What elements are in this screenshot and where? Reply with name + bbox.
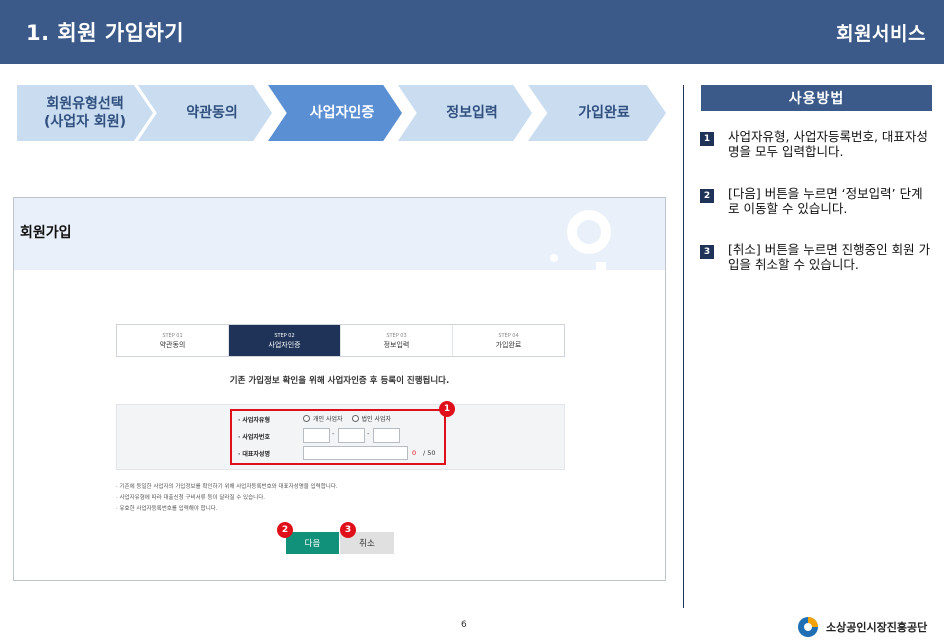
column-divider — [683, 85, 684, 608]
help-number: 2 — [700, 189, 714, 203]
form-note: · 유효한 사업자등록번호를 입력해야 합니다. — [116, 506, 218, 512]
help-text: [취소] 버튼을 누르면 진행중인 회원 가입을 취소할 수 있습니다. — [728, 242, 931, 272]
decorative-square-icon — [596, 262, 606, 270]
step-name: 약관동의 — [159, 340, 186, 349]
process-step-sublabel: (사업자 회원) — [43, 114, 127, 130]
process-step-info-input: 정보입력 — [398, 85, 532, 141]
business-number-part1-input[interactable] — [303, 428, 330, 443]
callout-badge-2: 2 — [277, 522, 293, 538]
ceo-name-input[interactable] — [303, 446, 408, 460]
step-terms: STEP 01 약관동의 — [117, 325, 229, 356]
process-step-member-type: 회원유형선택 (사업자 회원) — [17, 85, 153, 141]
callout-badge-3: 3 — [340, 522, 356, 538]
organization-logo: 소상공인시장진흥공단 — [796, 616, 927, 638]
process-step-label: 정보입력 — [446, 105, 498, 121]
process-step-label: 회원유형선택 — [46, 96, 124, 112]
step-complete: STEP 04 가입완료 — [453, 325, 564, 356]
signup-step-indicator: STEP 01 약관동의 STEP 02 사업자인증 STEP 03 정보입력 … — [116, 324, 565, 357]
help-item-1: 1 사업자유형, 사업자등록번호, 대표자성명을 모두 입력합니다. — [700, 129, 932, 159]
process-step-terms: 약관동의 — [138, 85, 272, 141]
how-to-title: 사용방법 — [701, 85, 932, 111]
callout-badge-1: 1 — [439, 401, 455, 417]
panel-title: 회원가입 — [20, 225, 72, 241]
business-number-dash: - — [367, 430, 370, 438]
process-step-label: 약관동의 — [186, 105, 238, 121]
next-button[interactable]: 다음 — [286, 532, 339, 554]
step-number: STEP 01 — [162, 332, 183, 339]
auth-notice: 기존 가입정보 확인을 위해 사업자인증 후 등록이 진행됩니다. — [229, 376, 450, 386]
radio-individual[interactable] — [303, 415, 310, 422]
help-item-3: 3 [취소] 버튼을 누르면 진행중인 회원 가입을 취소할 수 있습니다. — [700, 242, 932, 272]
business-number-dash: - — [332, 430, 335, 438]
radio-corporate[interactable] — [351, 415, 359, 422]
form-notes: · 기존에 등일한 사업자의 가입정보를 확인하기 위해 사업자등록번호와 대표… — [116, 482, 338, 515]
step-name: 사업자인증 — [268, 340, 301, 349]
step-info-input: STEP 03 정보입력 — [341, 325, 453, 356]
process-step-business-auth: 사업자인증 — [268, 85, 402, 141]
organization-logo-icon — [796, 616, 820, 638]
step-number: STEP 03 — [386, 332, 407, 339]
step-name: 가입완료 — [495, 340, 522, 349]
process-step-label: 가입완료 — [578, 105, 630, 121]
business-type-radio-group: 개인 사업자 법인 사업자 — [303, 414, 391, 423]
service-name: 회원서비스 — [836, 23, 926, 45]
organization-name: 소상공인시장진흥공단 — [826, 621, 928, 634]
form-note: · 사업자유형에 따라 대출신청 구비서류 등이 달라질 수 있습니다. — [116, 495, 266, 501]
ceo-name-label: · 대표자성명 — [238, 451, 270, 458]
page-title: 1. 회원 가입하기 — [26, 21, 185, 45]
process-step-label: 사업자인증 — [309, 105, 375, 121]
step-name: 정보입력 — [383, 340, 410, 349]
business-number-label: · 사업자번호 — [238, 434, 270, 441]
ceo-name-char-max: / 50 — [423, 449, 436, 457]
form-note: · 기존에 등일한 사업자의 가입정보를 확인하기 위해 사업자등록번호와 대표… — [116, 484, 338, 490]
decorative-dot-icon — [550, 254, 558, 262]
radio-individual-label: 개인 사업자 — [313, 416, 343, 423]
top-header-bar: 1. 회원 가입하기 회원서비스 — [0, 0, 944, 64]
help-number: 1 — [700, 132, 714, 146]
business-type-label: · 사업자유형 — [238, 417, 270, 424]
panel-header: 회원가입 — [14, 198, 665, 270]
business-number-part2-input[interactable] — [338, 428, 365, 443]
help-text: [다음] 버튼을 누르면 ‘정보입력’ 단계로 이동할 수 있습니다. — [728, 186, 923, 216]
business-number-part3-input[interactable] — [373, 428, 400, 443]
decorative-ring-icon — [567, 210, 611, 254]
signup-screenshot-panel: 회원가입 STEP 01 약관동의 STEP 02 사업자인증 STEP 03 … — [13, 197, 666, 581]
page-number: 6 — [461, 620, 467, 630]
process-step-complete: 가입완료 — [528, 85, 666, 141]
radio-corporate-label: 법인 사업자 — [361, 416, 392, 423]
step-number: STEP 02 — [274, 332, 295, 339]
ceo-name-char-count: 0 — [412, 449, 417, 457]
help-number: 3 — [700, 245, 714, 259]
help-item-2: 2 [다음] 버튼을 누르면 ‘정보입력’ 단계로 이동할 수 있습니다. — [700, 186, 932, 216]
step-business-auth: STEP 02 사업자인증 — [229, 325, 341, 356]
help-text: 사업자유형, 사업자등록번호, 대표자성명을 모두 입력합니다. — [728, 129, 928, 159]
step-number: STEP 04 — [498, 332, 519, 339]
